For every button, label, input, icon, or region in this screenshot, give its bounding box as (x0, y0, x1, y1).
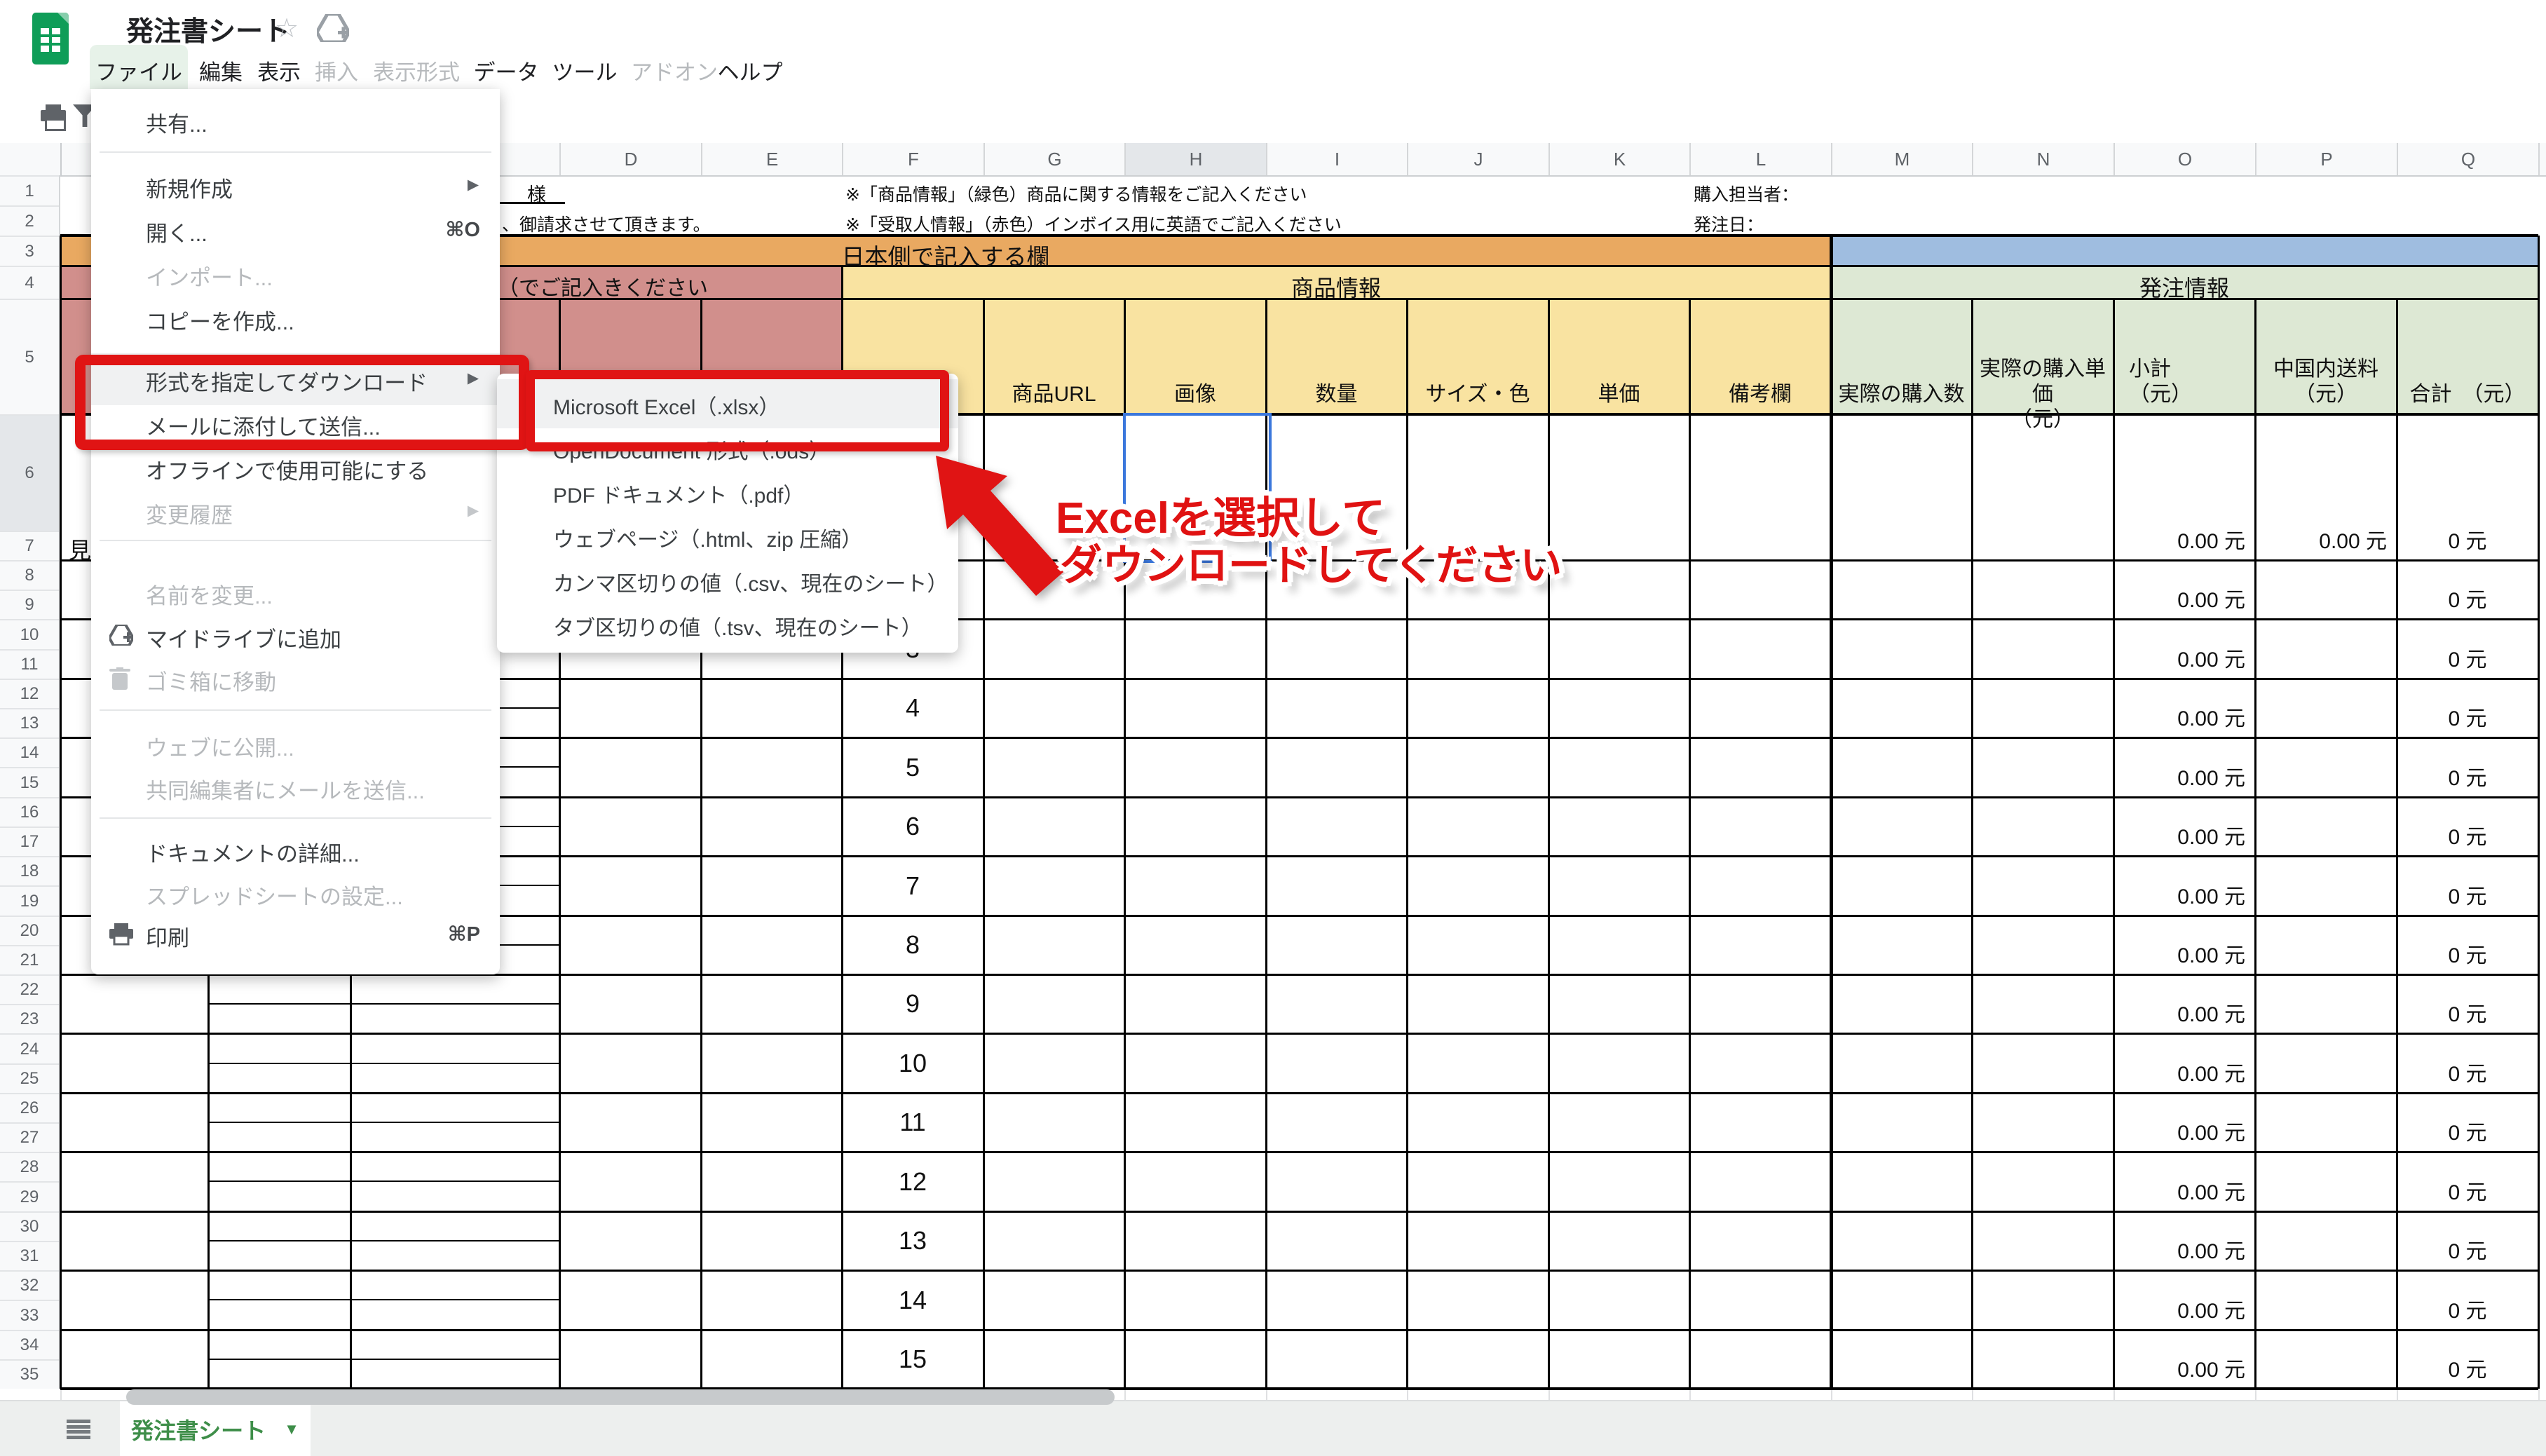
red-arrow (0, 0, 2546, 1456)
annotation-line2: ダウンロードしてください (1060, 531, 1562, 592)
google-sheets-window: 発注書シート ☆ DEFGHIJKLMNOPQ 1234567891011121… (0, 0, 2546, 1456)
